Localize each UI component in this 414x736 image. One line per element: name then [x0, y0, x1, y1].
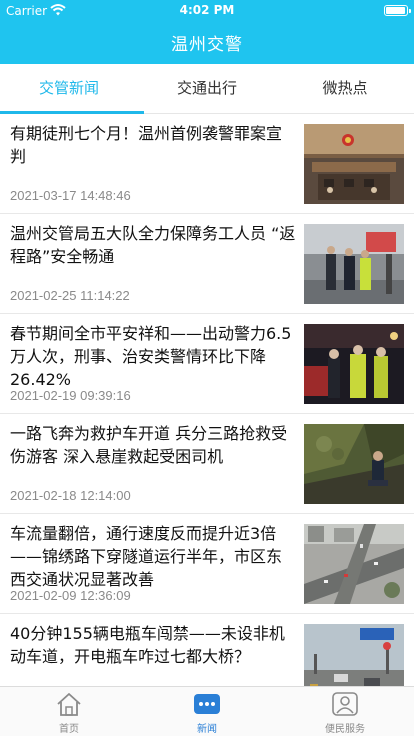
news-title: 春节期间全市平安祥和——出动警力6.5万人次，刑事、治安类警情环比下降26.42…	[10, 324, 292, 389]
status-time: 4:02 PM	[179, 3, 235, 17]
news-item[interactable]: 春节期间全市平安祥和——出动警力6.5万人次，刑事、治安类警情环比下降26.42…	[0, 314, 414, 414]
tabbar-home[interactable]: 首页	[0, 687, 138, 736]
tabbar-services-label: 便民服务	[325, 724, 365, 735]
news-list[interactable]: 有期徒刑七个月！温州首例袭警罪案宣判 2021-03-17 14:48:46 温…	[0, 114, 414, 686]
status-bar: Carrier 4:02 PM	[0, 0, 414, 22]
page-title: 温州交警	[171, 35, 243, 55]
bottom-tab-bar: 首页 新闻 便民服务	[0, 686, 414, 736]
tabbar-news[interactable]: 新闻	[138, 687, 276, 736]
news-icon	[194, 694, 220, 714]
cliff-rescue-photo	[304, 424, 404, 504]
news-date: 2021-02-18 12:14:00	[10, 488, 131, 503]
news-item[interactable]: 车流量翻倍，通行速度反而提升近3倍——锦绣路下穿隧道运行半年，市区东西交通状况显…	[0, 514, 414, 614]
news-title: 有期徒刑七个月！温州首例袭警罪案宣判	[10, 124, 283, 166]
courtroom-photo	[304, 124, 404, 204]
home-icon	[57, 693, 81, 716]
news-date: 2021-03-17 14:48:46	[10, 188, 131, 203]
bridge-road-photo	[304, 624, 404, 686]
news-title: 温州交管局五大队全力保障务工人员 “返程路”安全畅通	[10, 224, 296, 266]
police-checkpoint-photo	[304, 224, 404, 304]
news-title: 一路飞奔为救护车开道 兵分三路抢救受伤游客 深入悬崖救起受困司机	[10, 424, 288, 466]
navigation-header: Carrier 4:02 PM 温州交警	[0, 0, 414, 64]
news-date: 2021-02-25 11:14:22	[10, 288, 130, 303]
news-title: 40分钟155辆电瓶车闯禁——未设非机动车道，开电瓶车咋过七都大桥？	[10, 624, 285, 666]
news-item[interactable]: 有期徒刑七个月！温州首例袭警罪案宣判 2021-03-17 14:48:46	[0, 114, 414, 214]
news-date: 2021-02-19 09:39:16	[10, 388, 131, 403]
tab-hot-topics[interactable]: 微热点	[276, 64, 414, 114]
night-patrol-photo	[304, 324, 404, 404]
tabbar-news-label: 新闻	[197, 724, 217, 735]
news-category-tabs: 交管新闻 交通出行 微热点	[0, 64, 414, 114]
tab-traffic-travel[interactable]: 交通出行	[138, 64, 276, 114]
news-item[interactable]: 40分钟155辆电瓶车闯禁——未设非机动车道，开电瓶车咋过七都大桥？	[0, 614, 414, 686]
tabbar-services[interactable]: 便民服务	[276, 687, 414, 736]
tab-traffic-news[interactable]: 交管新闻	[0, 64, 138, 114]
battery-icon	[384, 5, 411, 16]
aerial-road-photo	[304, 524, 404, 604]
news-item[interactable]: 一路飞奔为救护车开道 兵分三路抢救受伤游客 深入悬崖救起受困司机 2021-02…	[0, 414, 414, 514]
tabbar-home-label: 首页	[59, 724, 79, 735]
news-title: 车流量翻倍，通行速度反而提升近3倍——锦绣路下穿隧道运行半年，市区东西交通状况显…	[10, 524, 283, 589]
news-item[interactable]: 温州交管局五大队全力保障务工人员 “返程路”安全畅通 2021-02-25 11…	[0, 214, 414, 314]
news-date: 2021-02-09 12:36:09	[10, 588, 131, 603]
service-icon	[332, 692, 358, 716]
